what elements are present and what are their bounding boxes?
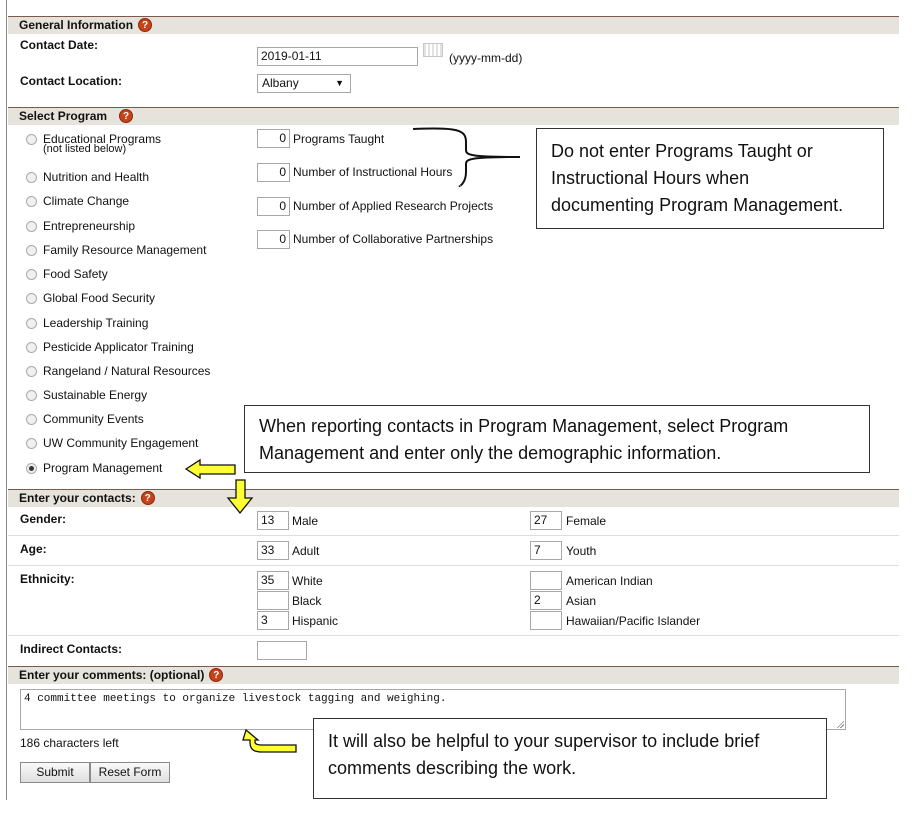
programs-note-text: Do not enter Programs Taught or Instruct… <box>551 141 844 215</box>
comments-note-text: It will also be helpful to your supervis… <box>328 731 760 778</box>
curved-arrow-annotation <box>242 728 297 753</box>
left-arrow-annotation <box>184 458 236 480</box>
brace-annotation <box>412 127 521 188</box>
down-arrow-annotation <box>226 479 254 515</box>
management-note-callout: When reporting contacts in Program Manag… <box>244 405 870 473</box>
comments-note-callout: It will also be helpful to your supervis… <box>313 718 827 799</box>
management-note-text: When reporting contacts in Program Manag… <box>259 416 789 463</box>
programs-note-callout: Do not enter Programs Taught or Instruct… <box>536 128 884 229</box>
